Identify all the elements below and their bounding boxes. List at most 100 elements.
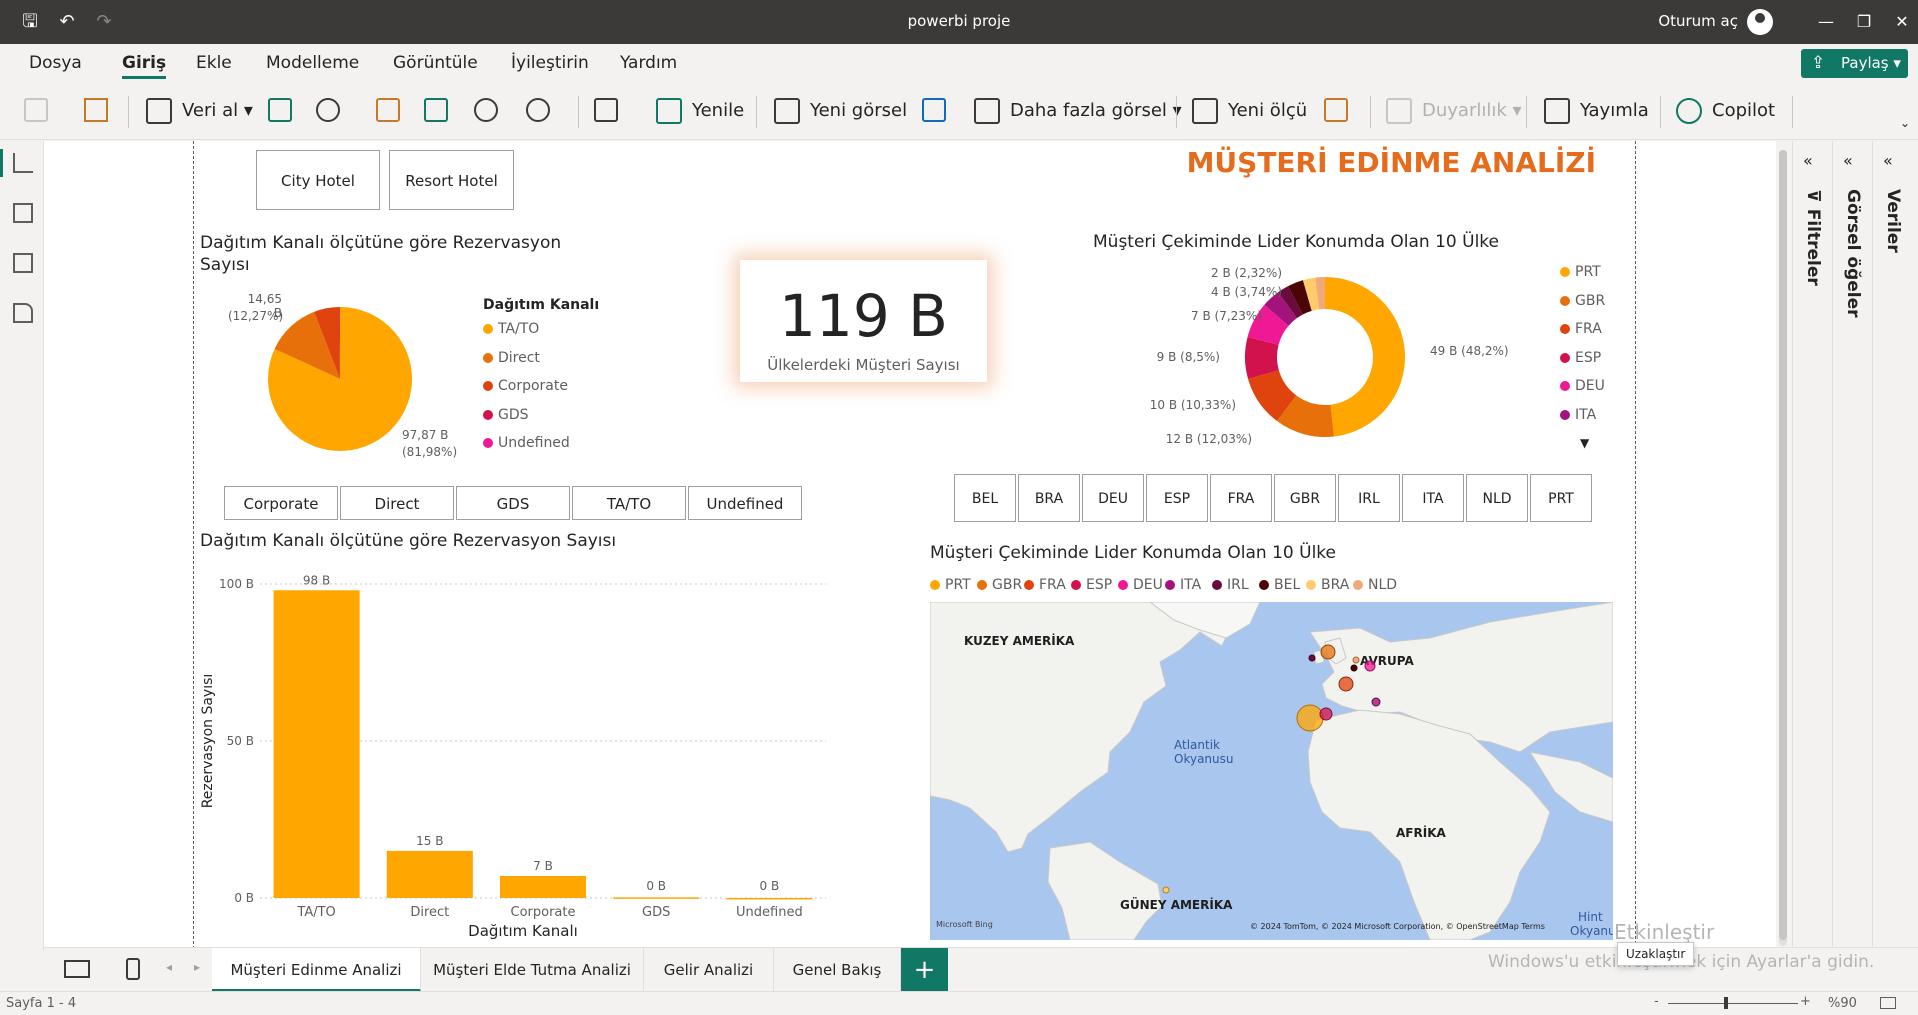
- bubble-bel[interactable]: [1350, 664, 1358, 672]
- collapse-ribbon-icon[interactable]: ⌄: [1900, 116, 1910, 130]
- collapse-filters-icon[interactable]: «: [1803, 151, 1813, 170]
- bubble-esp[interactable]: [1319, 707, 1333, 721]
- tab-overview[interactable]: Genel Bakış: [774, 948, 901, 992]
- menu-view[interactable]: Görüntüle: [393, 53, 478, 73]
- map-legend-item[interactable]: IRL: [1212, 577, 1249, 593]
- menu-file[interactable]: Dosya: [29, 53, 82, 73]
- pie-legend-item[interactable]: GDS: [483, 407, 529, 423]
- map-legend-item[interactable]: PRT: [930, 577, 971, 593]
- bubble-ita[interactable]: [1371, 697, 1381, 707]
- bubble-deu[interactable]: [1364, 660, 1376, 672]
- zoom-slider-thumb[interactable]: [1724, 997, 1728, 1009]
- slicer-hotel-city[interactable]: City Hotel: [256, 150, 380, 210]
- map-legend-item[interactable]: FRA: [1024, 577, 1066, 593]
- country-slicer-option[interactable]: NLD: [1466, 474, 1528, 522]
- menu-modeling[interactable]: Modelleme: [266, 53, 359, 73]
- map-legend-item[interactable]: BRA: [1306, 577, 1349, 593]
- country-slicer-option[interactable]: BRA: [1018, 474, 1080, 522]
- pie-legend-item[interactable]: TA/TO: [483, 321, 539, 337]
- customer-count-card[interactable]: 119 B Ülkelerdeki Müşteri Sayısı: [740, 260, 987, 382]
- table-view-icon[interactable]: [13, 203, 33, 223]
- pie-legend-item[interactable]: Direct: [483, 350, 540, 366]
- donut-legend-item[interactable]: FRA: [1560, 321, 1602, 337]
- map-legend-item[interactable]: GBR: [977, 577, 1022, 593]
- refresh-button[interactable]: Yenile: [656, 96, 744, 126]
- donut-legend-item[interactable]: DEU: [1560, 378, 1605, 394]
- paste-icon[interactable]: [24, 98, 48, 122]
- channel-slicer-option[interactable]: Direct: [340, 486, 454, 520]
- zoom-slider[interactable]: [1668, 1003, 1798, 1004]
- bubble-nld[interactable]: [1352, 656, 1360, 664]
- country-slicer-option[interactable]: ITA: [1402, 474, 1464, 522]
- bar-gds[interactable]: [613, 897, 700, 899]
- publish-button[interactable]: Yayımla: [1544, 96, 1649, 126]
- model-view-icon[interactable]: [13, 253, 33, 273]
- collapse-visualizations-icon[interactable]: «: [1843, 151, 1853, 170]
- quick-measure-icon[interactable]: [1324, 98, 1348, 122]
- bar-undefined[interactable]: [726, 897, 813, 900]
- dataverse-icon[interactable]: [474, 98, 498, 122]
- onelake-icon[interactable]: [316, 98, 340, 122]
- enter-data-icon[interactable]: [424, 98, 448, 122]
- signin-link[interactable]: Oturum aç: [1658, 12, 1738, 30]
- excel-icon[interactable]: [268, 98, 292, 122]
- bubble-prt[interactable]: [1296, 704, 1324, 732]
- prev-page-icon[interactable]: ◂: [166, 960, 172, 974]
- bubble-bra[interactable]: [1162, 886, 1170, 894]
- donut-legend-item[interactable]: GBR: [1560, 293, 1605, 309]
- country-slicer-option[interactable]: IRL: [1338, 474, 1400, 522]
- map-legend-item[interactable]: DEU: [1118, 577, 1163, 593]
- donut-slice-prt[interactable]: [1325, 277, 1405, 437]
- menu-help[interactable]: Yardım: [620, 53, 677, 73]
- close-icon[interactable]: ✕: [1890, 10, 1914, 34]
- map-legend-item[interactable]: ESP: [1071, 577, 1112, 593]
- sql-icon[interactable]: [376, 98, 400, 122]
- filters-pane[interactable]: « ⊽ Filtreler: [1792, 141, 1832, 951]
- zoom-in-button[interactable]: +: [1800, 994, 1811, 1009]
- country-slicer-option[interactable]: PRT: [1530, 474, 1592, 522]
- bar-direct[interactable]: [386, 850, 473, 898]
- map-legend-item[interactable]: ITA: [1165, 577, 1201, 593]
- channel-slicer-option[interactable]: Corporate: [224, 486, 338, 520]
- new-measure-button[interactable]: Yeni ölçü: [1192, 96, 1307, 126]
- desktop-layout-icon[interactable]: [64, 960, 90, 978]
- country-slicer-option[interactable]: BEL: [954, 474, 1016, 522]
- visualizations-pane[interactable]: « Görsel öğeler: [1832, 141, 1872, 951]
- menu-insert[interactable]: Ekle: [196, 53, 232, 73]
- dax-query-icon[interactable]: [13, 303, 33, 323]
- pie-legend-item[interactable]: Undefined: [483, 435, 570, 451]
- copilot-button[interactable]: Copilot: [1676, 96, 1775, 126]
- bar-tato[interactable]: [273, 590, 360, 898]
- channel-bar-chart[interactable]: 100 B 50 B 0 B 98 B TA/TO 15 B Direct 7 B Corpor…: [196, 560, 836, 945]
- recent-sources-icon[interactable]: [526, 98, 550, 122]
- country-slicer-option[interactable]: DEU: [1082, 474, 1144, 522]
- legend-more-icon[interactable]: ▼: [1580, 436, 1589, 450]
- new-visual-button[interactable]: Yeni görsel: [774, 96, 907, 126]
- data-pane[interactable]: « Veriler: [1872, 141, 1912, 951]
- restore-icon[interactable]: ❐: [1852, 10, 1876, 34]
- channel-slicer-option[interactable]: GDS: [456, 486, 570, 520]
- scrollbar-thumb[interactable]: [1779, 150, 1787, 940]
- tab-acquisition[interactable]: Müşteri Edinme Analizi: [212, 948, 421, 992]
- pie-legend-item[interactable]: Corporate: [483, 378, 568, 394]
- minimize-icon[interactable]: —: [1814, 10, 1838, 34]
- donut-legend-item[interactable]: PRT: [1560, 264, 1601, 280]
- bubble-irl[interactable]: [1308, 654, 1316, 662]
- tab-retention[interactable]: Müşteri Elde Tutma Analizi: [421, 948, 644, 992]
- transform-data-icon[interactable]: [594, 98, 618, 122]
- donut-legend-item[interactable]: ESP: [1560, 350, 1601, 366]
- bubble-gbr[interactable]: [1320, 644, 1336, 660]
- map-legend-item[interactable]: NLD: [1353, 577, 1397, 593]
- add-page-button[interactable]: +: [901, 948, 948, 992]
- channel-slicer-option[interactable]: TA/TO: [572, 486, 686, 520]
- text-box-icon[interactable]: [922, 98, 946, 122]
- share-button[interactable]: ⇪ Paylaş ▾: [1801, 49, 1908, 78]
- channel-slicer-option[interactable]: Undefined: [688, 486, 802, 520]
- report-view-icon[interactable]: [13, 153, 33, 173]
- country-slicer-option[interactable]: GBR: [1274, 474, 1336, 522]
- zoom-out-button[interactable]: -: [1654, 994, 1659, 1009]
- slicer-hotel-resort[interactable]: Resort Hotel: [389, 150, 514, 210]
- country-slicer-option[interactable]: ESP: [1146, 474, 1208, 522]
- tab-revenue[interactable]: Gelir Analizi: [644, 948, 774, 992]
- menu-home[interactable]: Giriş: [122, 53, 167, 79]
